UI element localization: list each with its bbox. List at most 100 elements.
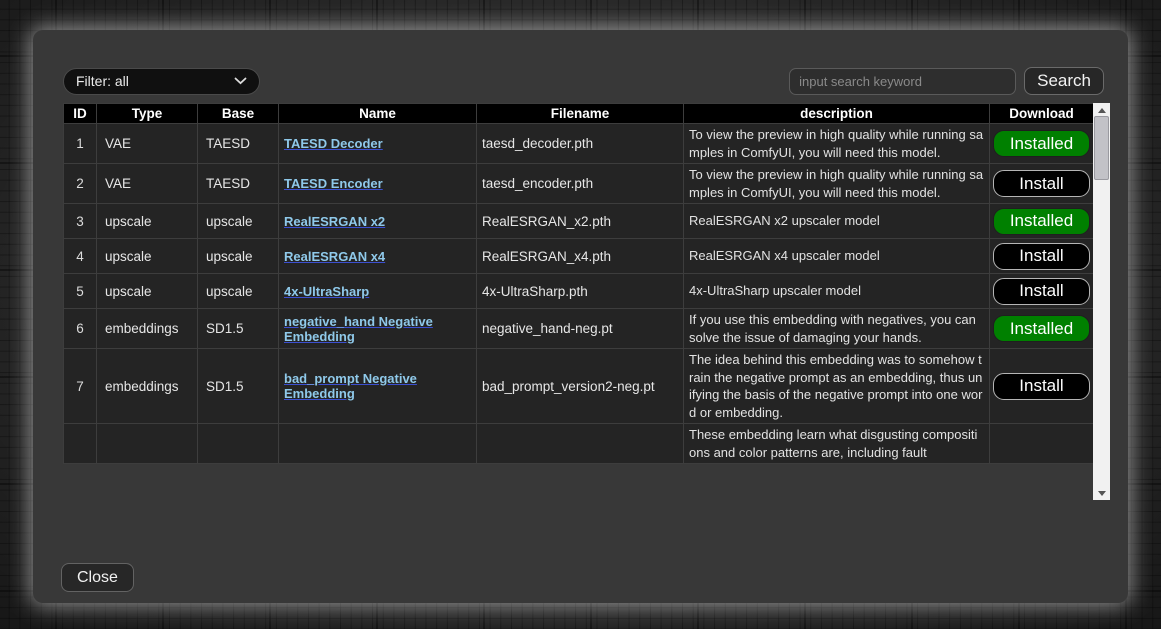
row-download-cell: Install	[990, 239, 1094, 274]
install-button[interactable]: Install	[993, 243, 1090, 270]
row-id-cell: 7	[64, 349, 97, 424]
row-filename-cell: RealESRGAN_x4.pth	[477, 239, 684, 274]
filter-select[interactable]: Filter: all	[63, 68, 260, 95]
row-filename-cell: bad_prompt_version2-neg.pt	[477, 349, 684, 424]
row-base-cell: upscale	[198, 274, 279, 309]
install-button[interactable]: Install	[993, 170, 1090, 197]
row-name-cell: TAESD Encoder	[279, 164, 477, 204]
search-input[interactable]	[789, 68, 1016, 95]
model-name-link[interactable]: 4x-UltraSharp	[284, 284, 369, 299]
row-name-cell: RealESRGAN x4	[279, 239, 477, 274]
row-description-cell: These embedding learn what disgusting co…	[684, 424, 990, 464]
row-download-cell: Installed	[990, 124, 1094, 164]
row-name-cell	[279, 424, 477, 464]
row-description-cell: To view the preview in high quality whil…	[684, 164, 990, 204]
install-button[interactable]: Install	[993, 373, 1090, 400]
table-row: 3upscaleupscaleRealESRGAN x2RealESRGAN_x…	[64, 204, 1094, 239]
row-download-cell: Installed	[990, 309, 1094, 349]
row-type-cell: upscale	[97, 239, 198, 274]
scrollbar-thumb[interactable]	[1094, 116, 1109, 180]
row-type-cell: VAE	[97, 164, 198, 204]
model-name-link[interactable]: RealESRGAN x2	[284, 214, 385, 229]
row-description-cell: The idea behind this embedding was to so…	[684, 349, 990, 424]
column-header-type: Type	[97, 104, 198, 124]
installed-button[interactable]: Installed	[993, 315, 1090, 342]
installed-button[interactable]: Installed	[993, 130, 1090, 157]
row-download-cell: Install	[990, 274, 1094, 309]
row-filename-cell	[477, 424, 684, 464]
search-button[interactable]: Search	[1024, 67, 1104, 95]
filter-select-value: Filter: all	[76, 73, 129, 89]
row-description-cell: If you use this embedding with negatives…	[684, 309, 990, 349]
row-base-cell: SD1.5	[198, 349, 279, 424]
row-type-cell: embeddings	[97, 309, 198, 349]
table-header-row: IDTypeBaseNameFilenamedescriptionDownloa…	[64, 104, 1094, 124]
row-id-cell: 4	[64, 239, 97, 274]
column-header-download: Download	[990, 104, 1094, 124]
row-name-cell: bad_prompt Negative Embedding	[279, 349, 477, 424]
model-table-body: 1VAETAESDTAESD Decodertaesd_decoder.pthT…	[64, 124, 1094, 464]
row-name-cell: 4x-UltraSharp	[279, 274, 477, 309]
row-name-cell: negative_hand Negative Embedding	[279, 309, 477, 349]
column-header-description: description	[684, 104, 990, 124]
search-group: Search	[789, 67, 1104, 95]
row-type-cell: upscale	[97, 274, 198, 309]
row-description-cell: RealESRGAN x4 upscaler model	[684, 239, 990, 274]
row-type-cell	[97, 424, 198, 464]
row-name-cell: TAESD Decoder	[279, 124, 477, 164]
installed-button[interactable]: Installed	[993, 208, 1090, 235]
row-id-cell: 3	[64, 204, 97, 239]
scrollbar-track[interactable]	[1093, 103, 1110, 500]
row-id-cell: 6	[64, 309, 97, 349]
table-row: 2VAETAESD TAESD Encoder taesd_encoder.pthT…	[64, 164, 1094, 204]
model-name-link[interactable]: TAESD Decoder	[284, 136, 383, 151]
model-table: IDTypeBaseNameFilenamedescriptionDownloa…	[63, 103, 1093, 464]
row-base-cell	[198, 424, 279, 464]
install-button[interactable]: Install	[993, 278, 1090, 305]
scrollbar-up-icon[interactable]	[1093, 103, 1110, 117]
table-row: 7embeddingsSD1.5bad_prompt Negative Embe…	[64, 349, 1094, 424]
row-filename-cell: taesd_encoder.pth	[477, 164, 684, 204]
row-base-cell: upscale	[198, 239, 279, 274]
row-description-cell: RealESRGAN x2 upscaler model	[684, 204, 990, 239]
row-name-cell: RealESRGAN x2	[279, 204, 477, 239]
table-row: 1VAETAESD TAESD Decoder taesd_decoder.pthT…	[64, 124, 1094, 164]
row-description-cell: 4x-UltraSharp upscaler model	[684, 274, 990, 309]
scrollbar-down-icon[interactable]	[1093, 486, 1110, 500]
dialog-topbar: Filter: all Search	[63, 67, 1104, 95]
row-download-cell: Installed	[990, 204, 1094, 239]
model-name-link[interactable]: TAESD Encoder	[284, 176, 383, 191]
model-name-link[interactable]: bad_prompt Negative Embedding	[284, 371, 417, 401]
model-table-area: IDTypeBaseNameFilenamedescriptionDownloa…	[63, 103, 1110, 500]
row-download-cell: Install	[990, 164, 1094, 204]
model-name-link[interactable]: RealESRGAN x4	[284, 249, 385, 264]
row-download-cell	[990, 424, 1094, 464]
row-base-cell: upscale	[198, 204, 279, 239]
row-id-cell: 1	[64, 124, 97, 164]
close-button[interactable]: Close	[61, 563, 134, 592]
row-id-cell: 5	[64, 274, 97, 309]
model-table-viewport: IDTypeBaseNameFilenamedescriptionDownloa…	[63, 103, 1093, 500]
column-header-base: Base	[198, 104, 279, 124]
row-type-cell: upscale	[97, 204, 198, 239]
row-filename-cell: RealESRGAN_x2.pth	[477, 204, 684, 239]
table-row: 6embeddingsSD1.5negative_hand Negative E…	[64, 309, 1094, 349]
row-base-cell: SD1.5	[198, 309, 279, 349]
row-id-cell: 2	[64, 164, 97, 204]
row-base-cell: TAESD	[198, 124, 279, 164]
column-header-name: Name	[279, 104, 477, 124]
row-id-cell	[64, 424, 97, 464]
row-filename-cell: 4x-UltraSharp.pth	[477, 274, 684, 309]
row-download-cell: Install	[990, 349, 1094, 424]
row-description-cell: To view the preview in high quality whil…	[684, 124, 990, 164]
column-header-id: ID	[64, 104, 97, 124]
table-row: 4upscaleupscaleRealESRGAN x4RealESRGAN_x…	[64, 239, 1094, 274]
row-filename-cell: taesd_decoder.pth	[477, 124, 684, 164]
row-type-cell: VAE	[97, 124, 198, 164]
row-base-cell: TAESD	[198, 164, 279, 204]
column-header-filename: Filename	[477, 104, 684, 124]
table-row: These embedding learn what disgusting co…	[64, 424, 1094, 464]
model-name-link[interactable]: negative_hand Negative Embedding	[284, 314, 433, 344]
table-row: 5upscaleupscale4x-UltraSharp4x-UltraShar…	[64, 274, 1094, 309]
row-filename-cell: negative_hand-neg.pt	[477, 309, 684, 349]
